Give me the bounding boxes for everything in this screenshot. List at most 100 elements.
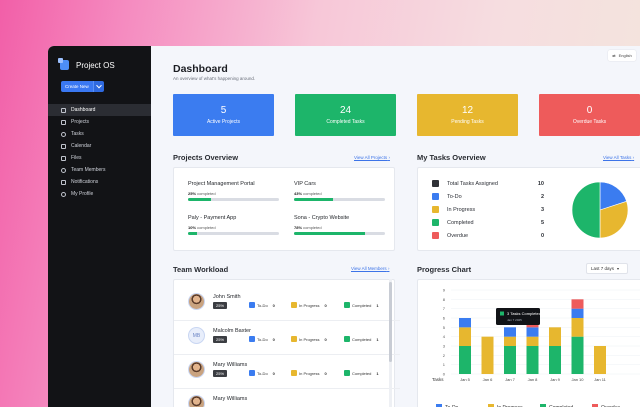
bar-segment-in-progress[interactable]: [481, 336, 494, 374]
member-name: John Smith: [213, 294, 241, 300]
team-icon: [61, 167, 66, 173]
bar-segment-completed[interactable]: [571, 336, 584, 374]
task-legend-row: Overdue 0: [432, 232, 544, 239]
view-all-tasks-link[interactable]: View All Tasks ›: [603, 155, 634, 160]
avatar: [188, 395, 205, 407]
bar-segment-completed[interactable]: [504, 346, 516, 374]
sidebar-item-label: Calendar: [71, 143, 92, 149]
member-percent: 25%: [213, 302, 228, 309]
team-workload-title: Team Workload: [173, 265, 229, 274]
view-all-members-link[interactable]: View All Members ›: [351, 266, 389, 271]
y-tick-label: 2: [443, 353, 446, 358]
app-name: Project OS: [76, 60, 115, 70]
stat-label: Pending Tasks: [451, 119, 484, 125]
progress-bar-chart: 0 1 2 3 4 5 6 7 8 9 Tasks Jan 5 Jan 6 Jan 7 Jan 8 Jan 9…: [432, 288, 640, 407]
sidebar-item-calendar[interactable]: Calendar: [48, 140, 151, 152]
bar-segment-completed[interactable]: [549, 346, 561, 374]
x-tick-label: Jan 9: [550, 377, 561, 382]
calendar-icon: [61, 143, 66, 149]
todo-count: To-Do 0: [249, 336, 275, 342]
bar-segment-to-do[interactable]: [459, 318, 471, 328]
legend-swatch: [432, 232, 439, 239]
project-item[interactable]: Sona - Crypto Website 78% completed: [294, 215, 385, 235]
chevron-right-icon: ›: [388, 155, 390, 160]
sidebar-item-projects[interactable]: Projects: [48, 116, 151, 128]
y-tick-label: 9: [443, 288, 446, 293]
sidebar-item-label: Files: [71, 155, 82, 161]
app-logo[interactable]: Project OS: [58, 58, 115, 70]
sidebar-item-label: Team Members: [71, 167, 106, 173]
stat-card-overdue-tasks[interactable]: 0 Overdue Tasks: [539, 94, 640, 136]
stat-card-pending-tasks[interactable]: 12 Pending Tasks: [417, 94, 518, 136]
x-tick-label: Jan 6: [483, 377, 494, 382]
chevron-down-icon: ▾: [617, 266, 620, 271]
sidebar-item-team-members[interactable]: Team Members: [48, 164, 151, 176]
sidebar-item-files[interactable]: Files: [48, 152, 151, 164]
task-label: Overdue: [447, 232, 469, 239]
project-percent: 10% completed: [188, 225, 216, 230]
progress-count: In Progress 0: [291, 370, 327, 376]
pie-slice-completed[interactable]: [571, 181, 601, 239]
project-progress-bar: [294, 198, 385, 201]
tasks-icon: [61, 131, 66, 137]
bar-segment-completed[interactable]: [526, 346, 539, 374]
task-count: 2: [540, 193, 544, 200]
task-label: Completed: [447, 219, 474, 226]
project-item[interactable]: VIP Cars 43% completed: [294, 181, 385, 201]
bar-segment-to-do[interactable]: [526, 327, 539, 337]
create-new-button[interactable]: Create New: [61, 81, 104, 92]
y-tick-label: 0: [443, 372, 446, 377]
link-label: View All Members: [351, 266, 387, 271]
x-tick-label: Jan 10: [571, 377, 584, 382]
x-tick-label: Jan 7: [505, 377, 516, 382]
task-legend-row: Total Tasks Assigned 10: [432, 180, 544, 187]
date-range-select[interactable]: Last 7 days ▾: [586, 263, 628, 274]
bar-segment-in-progress[interactable]: [549, 327, 561, 346]
stat-value: 24: [339, 105, 352, 116]
my-tasks-overview-title: My Tasks Overview: [417, 153, 486, 162]
task-legend-row: To-Do 2: [432, 193, 544, 200]
sidebar-item-label: My Profile: [71, 191, 94, 197]
sidebar-item-my-profile[interactable]: My Profile: [48, 188, 151, 200]
x-tick-label: Jan 8: [528, 377, 539, 382]
project-item[interactable]: Paly - Payment App 10% completed: [188, 215, 279, 235]
create-dropdown-button[interactable]: [92, 81, 104, 92]
project-name: Sona - Crypto Website: [294, 215, 350, 221]
bar-segment-in-progress[interactable]: [504, 336, 516, 346]
bar-segment-to-do[interactable]: [571, 308, 584, 318]
sidebar-item-tasks[interactable]: Tasks: [48, 128, 151, 140]
app-window: Project OS Create New Dashboard Projects…: [48, 46, 640, 407]
language-selector[interactable]: ⇄ English: [608, 50, 636, 61]
bar-segment-in-progress[interactable]: [526, 336, 539, 346]
progress-chart-title: Progress Chart: [417, 265, 472, 274]
bar-segment-completed[interactable]: [459, 346, 471, 374]
task-count: 10: [537, 180, 544, 187]
sidebar-item-label: Notifications: [71, 179, 99, 185]
sidebar-item-notifications[interactable]: Notifications: [48, 176, 151, 188]
bar-segment-overdue[interactable]: [571, 299, 584, 309]
stat-card-completed-tasks[interactable]: 24 Completed Tasks: [295, 94, 396, 136]
sidebar-item-label: Tasks: [71, 131, 84, 137]
tooltip-date: Jan 7 2025: [507, 318, 522, 322]
chevron-right-icon: ›: [632, 155, 635, 160]
project-progress-bar: [188, 198, 279, 201]
page-title: Dashboard: [173, 63, 228, 75]
view-all-projects-link[interactable]: View All Projects ›: [354, 155, 390, 160]
sidebar-item-dashboard[interactable]: Dashboard: [48, 104, 151, 116]
project-item[interactable]: Project Management Portal 25% completed: [188, 181, 279, 201]
todo-count: To-Do 0: [249, 302, 275, 308]
completed-count: Completed 1: [344, 302, 379, 308]
bar-segment-to-do[interactable]: [504, 327, 516, 337]
bar-segment-in-progress[interactable]: [459, 327, 471, 346]
profile-icon: [61, 191, 66, 197]
bar-segment-in-progress[interactable]: [571, 318, 584, 337]
bar-segment-in-progress[interactable]: [594, 346, 606, 374]
workload-scrollbar-thumb[interactable]: [389, 282, 392, 362]
progress-chart-card: 0 1 2 3 4 5 6 7 8 9 Tasks Jan 5 Jan 6 Jan 7 Jan 8 Jan 9…: [417, 279, 640, 407]
stat-value: 12: [461, 105, 474, 116]
task-label: To-Do: [447, 193, 462, 200]
x-tick-label: Jan 5: [460, 377, 471, 382]
stat-card-active-projects[interactable]: 5 Active Projects: [173, 94, 274, 136]
y-tick-label: 8: [443, 297, 446, 302]
project-percent: 43% completed: [294, 191, 322, 196]
